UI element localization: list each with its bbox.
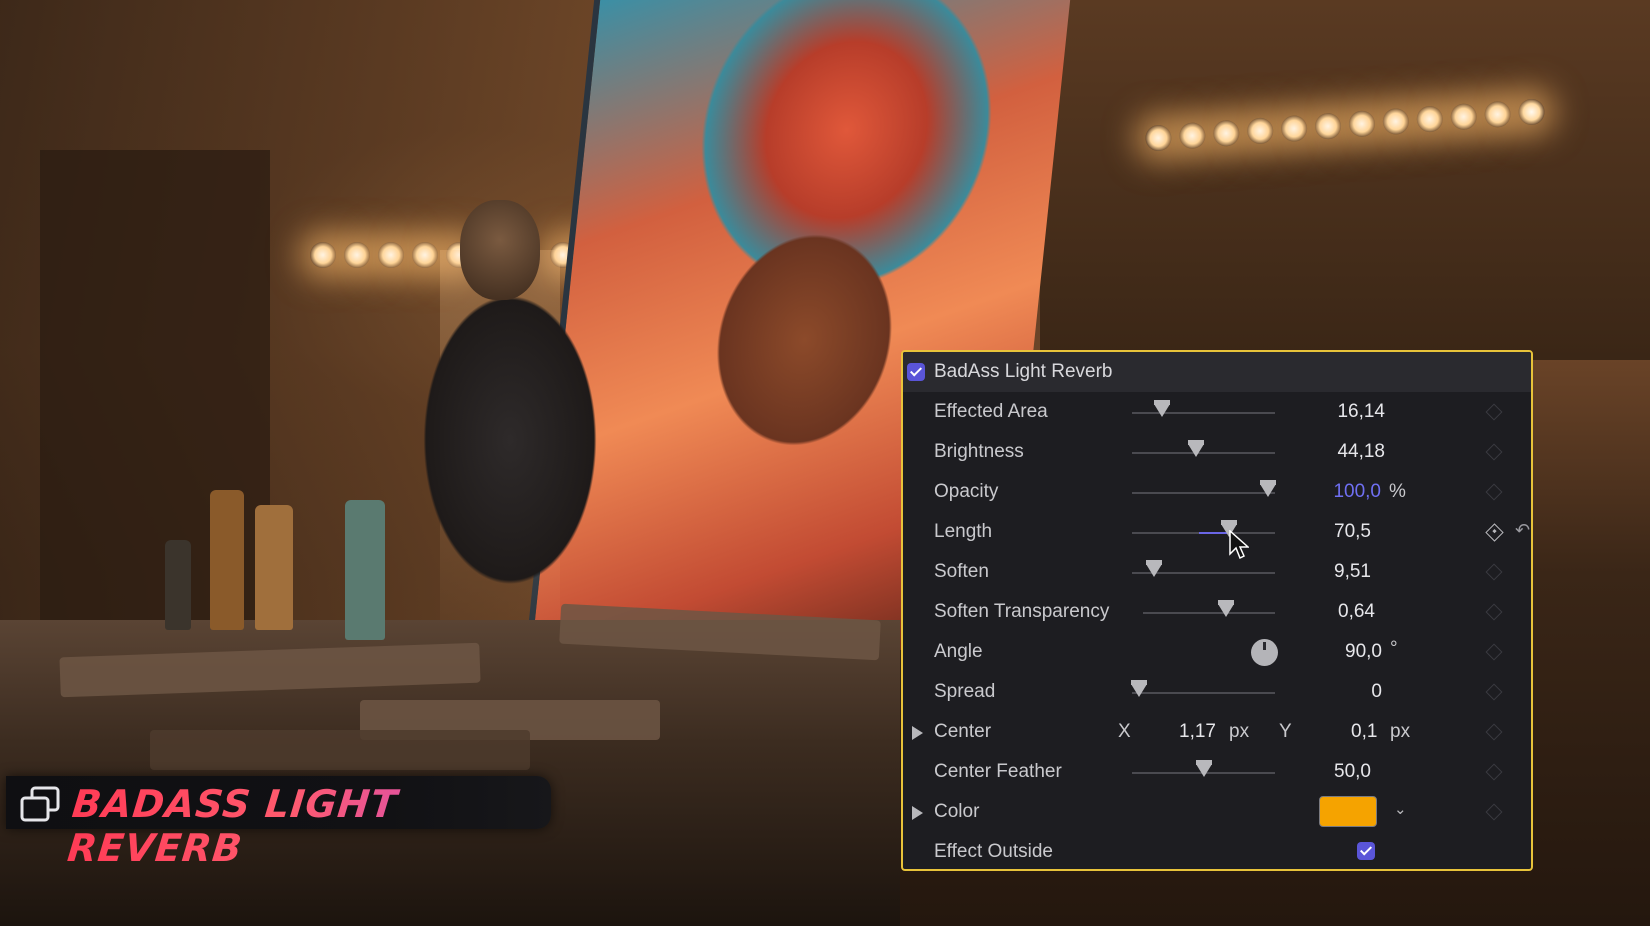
param-value[interactable]: 100,0	[1291, 481, 1381, 503]
param-row-effected-area: Effected Area 16,14	[903, 392, 1531, 432]
param-value[interactable]: 44,18	[1295, 441, 1385, 463]
param-label: Effected Area	[934, 401, 1048, 422]
keyframe-icon[interactable]	[1485, 483, 1503, 501]
slider-thumb[interactable]	[1260, 480, 1276, 497]
param-row-length: Length 70,5 ↶	[903, 512, 1531, 552]
param-row-effect-outside: Effect Outside	[903, 832, 1531, 869]
slider-thumb[interactable]	[1146, 560, 1163, 577]
title-badge: BADASS LIGHT REVERB	[6, 776, 551, 870]
param-row-angle: Angle 90,0 °	[903, 632, 1531, 672]
keyframe-icon[interactable]	[1485, 683, 1503, 701]
effect-enable-checkbox[interactable]	[907, 363, 925, 381]
x-unit: px	[1229, 721, 1250, 742]
keyframe-icon[interactable]	[1485, 763, 1503, 781]
keyframe-icon[interactable]	[1485, 443, 1503, 461]
param-row-center: Center X 1,17 px Y 0,1 px	[903, 712, 1531, 752]
paint-bottle	[345, 500, 385, 640]
keyframe-icon[interactable]	[1485, 643, 1503, 661]
y-label: Y	[1279, 721, 1292, 742]
param-label: Opacity	[934, 481, 999, 502]
param-value[interactable]: 90,0	[1292, 641, 1382, 663]
keyframe-icon[interactable]	[1485, 803, 1503, 821]
param-row-brightness: Brightness 44,18	[903, 432, 1531, 472]
slider-thumb[interactable]	[1187, 440, 1204, 457]
paint-bottle	[165, 540, 191, 630]
effect-title: BadAss Light Reverb	[934, 361, 1113, 382]
painter-head	[460, 200, 540, 300]
slider-track[interactable]	[1132, 492, 1275, 494]
slider-thumb[interactable]	[1154, 400, 1171, 417]
angle-dial[interactable]	[1251, 639, 1278, 666]
x-value[interactable]: 1,17	[1179, 721, 1216, 743]
mouse-cursor-icon	[1229, 530, 1249, 560]
badge-title: BADASS LIGHT REVERB	[65, 782, 555, 870]
y-unit: px	[1390, 721, 1411, 742]
param-label: Soften	[934, 561, 989, 582]
param-row-opacity: Opacity 100,0 %	[903, 472, 1531, 512]
param-value[interactable]: 50,0	[1281, 761, 1371, 783]
param-value[interactable]: 0,64	[1285, 601, 1375, 623]
paint-bottle	[255, 505, 293, 630]
y-value[interactable]: 0,1	[1351, 721, 1377, 743]
x-label: X	[1118, 721, 1131, 742]
param-label: Center Feather	[934, 761, 1062, 782]
param-label: Angle	[934, 641, 983, 662]
slider-thumb[interactable]	[1131, 680, 1147, 697]
disclosure-triangle-icon[interactable]	[912, 726, 923, 740]
param-row-soften: Soften 9,51	[903, 552, 1531, 592]
reset-icon[interactable]: ↶	[1515, 521, 1531, 539]
param-row-color: Color ⌄	[903, 792, 1531, 832]
layers-icon	[20, 786, 60, 822]
param-value[interactable]: 0	[1292, 681, 1382, 703]
slider-thumb[interactable]	[1217, 600, 1234, 617]
param-label: Spread	[934, 681, 996, 702]
param-label: Color	[934, 801, 980, 822]
plank	[150, 730, 530, 770]
keyframe-icon[interactable]	[1485, 603, 1503, 621]
param-label: Soften Transparency	[934, 601, 1110, 622]
param-value[interactable]: 70,5	[1281, 521, 1371, 543]
slider-track[interactable]	[1143, 612, 1275, 614]
disclosure-triangle-icon[interactable]	[912, 806, 923, 820]
chevron-down-icon[interactable]: ⌄	[1394, 800, 1407, 818]
keyframe-icon[interactable]	[1485, 523, 1504, 542]
slider-track[interactable]	[1132, 692, 1275, 694]
effect-header: BadAss Light Reverb	[903, 352, 1531, 392]
param-row-spread: Spread 0	[903, 672, 1531, 712]
color-swatch[interactable]	[1319, 796, 1377, 827]
param-label: Brightness	[934, 441, 1024, 462]
param-label: Center	[934, 721, 992, 742]
keyframe-icon[interactable]	[1485, 403, 1503, 421]
param-value[interactable]: 9,51	[1281, 561, 1371, 583]
paint-bottle	[210, 490, 244, 630]
param-row-soften-transparency: Soften Transparency 0,64	[903, 592, 1531, 632]
param-value[interactable]: 16,14	[1295, 401, 1385, 423]
param-row-center-feather: Center Feather 50,0	[903, 752, 1531, 792]
effect-inspector: BadAss Light Reverb Effected Area 16,14 …	[901, 350, 1533, 871]
param-unit: %	[1389, 481, 1406, 502]
slider-thumb[interactable]	[1195, 760, 1212, 777]
param-label: Length	[934, 521, 993, 542]
effect-outside-checkbox[interactable]	[1357, 842, 1375, 860]
keyframe-icon[interactable]	[1485, 723, 1503, 741]
back-wall	[1040, 0, 1650, 360]
param-unit: °	[1390, 638, 1398, 659]
keyframe-icon[interactable]	[1485, 563, 1503, 581]
param-label: Effect Outside	[934, 841, 1053, 862]
